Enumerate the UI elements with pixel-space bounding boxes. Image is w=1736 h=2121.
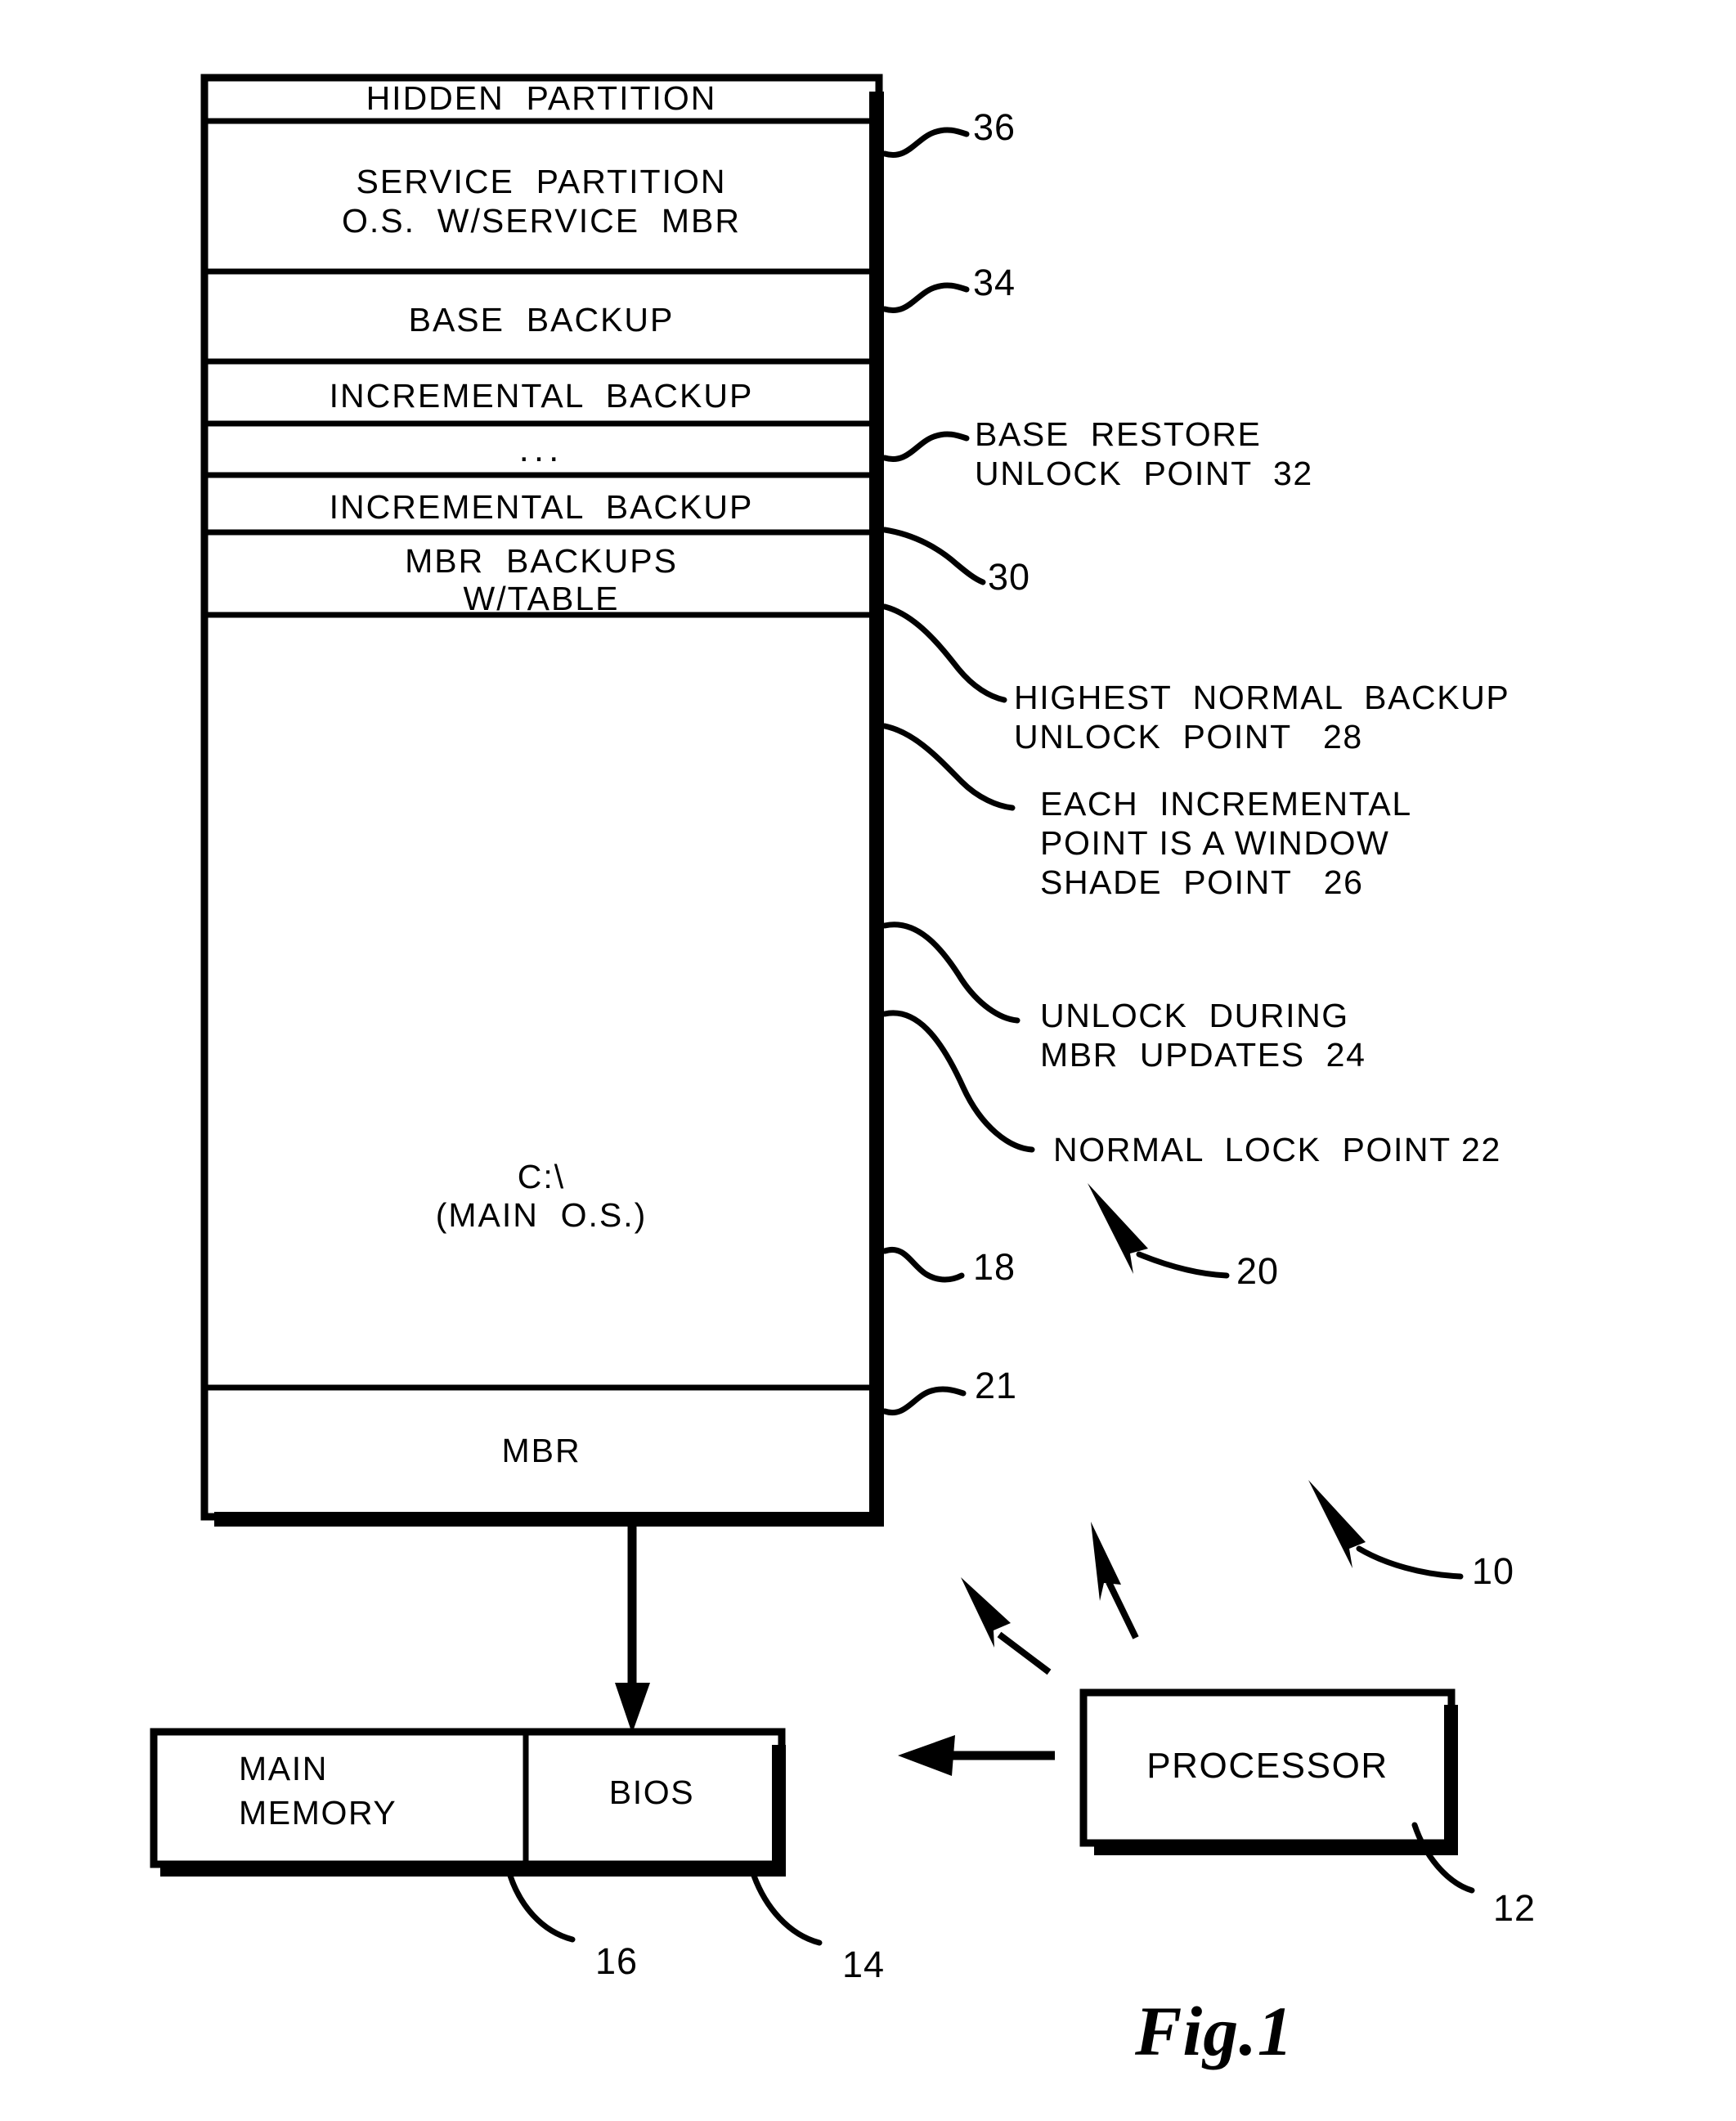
- reference-numeral-14: 14: [842, 1944, 886, 1985]
- processor-to-memory-arrow: [898, 1735, 1055, 1776]
- callout-each-incremental-line1: EACH INCREMENTAL: [1040, 785, 1412, 823]
- disk-row-label-mbr: MBR: [501, 1432, 581, 1469]
- disk-row-label-main-os-line1: C:\: [517, 1158, 566, 1195]
- pointer-arrow-20: [1088, 1183, 1148, 1274]
- callout-normal-lock-point-22: NORMAL LOCK POINT 22: [1053, 1131, 1501, 1168]
- callout-unlock-mbr-line2: MBR UPDATES 24: [1040, 1036, 1366, 1074]
- reference-numeral-36: 36: [973, 106, 1016, 148]
- patent-figure-page: HIDDEN PARTITION SERVICE PARTITION O.S. …: [0, 0, 1736, 2121]
- reference-numeral-21: 21: [975, 1365, 1018, 1406]
- disk-row-label-main-os-line2: (MAIN O.S.): [435, 1196, 648, 1234]
- disk-row-label-ellipsis: ...: [518, 429, 564, 469]
- callout-highest-normal-line2: UNLOCK POINT 28: [1014, 718, 1363, 756]
- processor-label: PROCESSOR: [1146, 1746, 1388, 1786]
- reference-numeral-10: 10: [1472, 1550, 1515, 1592]
- main-memory-label-line1: MAIN: [239, 1750, 328, 1787]
- system-pointer-arrows: [961, 1522, 1139, 1675]
- main-memory-label-line2: MEMORY: [239, 1794, 397, 1832]
- bios-label: BIOS: [608, 1773, 695, 1811]
- disk-row-label-hidden-partition: HIDDEN PARTITION: [366, 79, 717, 117]
- pointer-arrow-10: [1308, 1480, 1366, 1568]
- reference-numeral-20: 20: [1236, 1250, 1280, 1292]
- reference-numeral-30: 30: [988, 556, 1031, 598]
- callout-unlock-mbr-line1: UNLOCK DURING: [1040, 997, 1349, 1034]
- disk-row-label-incremental-backup-bottom: INCREMENTAL BACKUP: [329, 488, 754, 526]
- callout-highest-normal-line1: HIGHEST NORMAL BACKUP: [1014, 679, 1510, 716]
- callout-each-incremental-line3: SHADE POINT 26: [1040, 863, 1364, 901]
- disk-row-label-incremental-backup-top: INCREMENTAL BACKUP: [329, 377, 754, 415]
- disk-row-label-service-partition-line2: O.S. W/SERVICE MBR: [341, 202, 742, 240]
- reference-numeral-16: 16: [595, 1940, 639, 1982]
- disk-to-memory-arrow: [615, 1527, 650, 1733]
- reference-numeral-12: 12: [1493, 1887, 1536, 1929]
- callout-base-restore-line1: BASE RESTORE: [975, 415, 1262, 453]
- disk-map-outline: [200, 74, 883, 1521]
- callout-base-restore-line2: UNLOCK POINT 32: [975, 455, 1313, 492]
- disk-row-label-base-backup: BASE BACKUP: [408, 301, 675, 339]
- figure-caption: Fig.1: [1135, 1992, 1294, 2070]
- reference-numeral-18: 18: [973, 1246, 1016, 1288]
- disk-row-label-mbr-backups-line1: MBR BACKUPS: [405, 542, 678, 580]
- disk-row-label-service-partition-line1: SERVICE PARTITION: [356, 163, 727, 200]
- disk-row-label-mbr-backups-line2: W/TABLE: [463, 580, 620, 617]
- reference-numeral-34: 34: [973, 262, 1016, 303]
- callout-each-incremental-line2: POINT IS A WINDOW: [1040, 824, 1390, 862]
